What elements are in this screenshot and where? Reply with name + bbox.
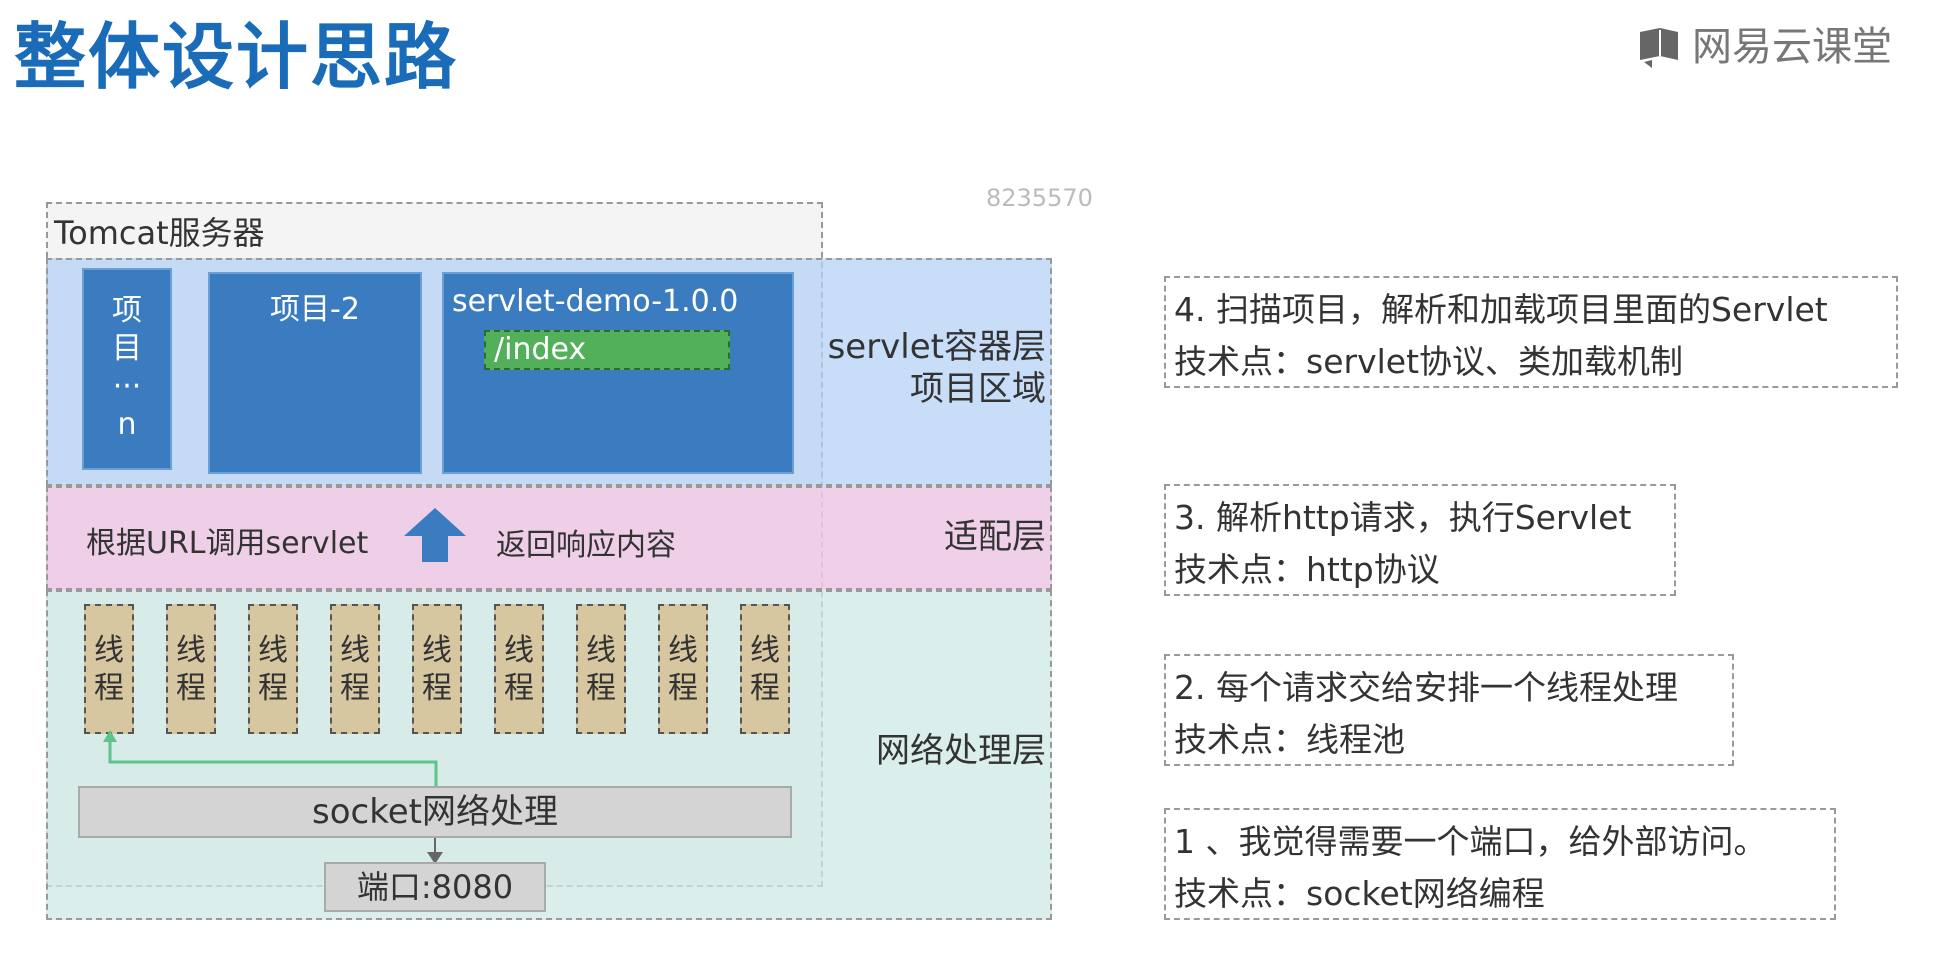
thread-box: 线 程 bbox=[494, 604, 544, 734]
step-2-box: 2. 每个请求交给安排一个线程处理 技术点：线程池 bbox=[1164, 654, 1734, 766]
thread-box: 线 程 bbox=[412, 604, 462, 734]
watermark-id: 8235570 bbox=[986, 184, 1093, 212]
thread-box: 线 程 bbox=[740, 604, 790, 734]
thread-box: 线 程 bbox=[84, 604, 134, 734]
thread-box: 线 程 bbox=[330, 604, 380, 734]
dispatch-connector bbox=[103, 730, 438, 788]
servlet-demo-box: servlet-demo-1.0.0 bbox=[442, 272, 794, 474]
step-4-box: 4. 扫描项目，解析和加载项目里面的Servlet 技术点：servlet协议、… bbox=[1164, 276, 1898, 388]
socket-handler-bar: socket网络处理 bbox=[78, 786, 792, 838]
book-icon bbox=[1640, 28, 1678, 68]
adapter-layer-label: 适配层 bbox=[944, 517, 1046, 557]
thread-box: 线 程 bbox=[576, 604, 626, 734]
brand-name: 网易云课堂 bbox=[1692, 24, 1892, 70]
step-1-tech: 技术点：socket网络编程 bbox=[1174, 874, 1545, 913]
adapter-right-text: 返回响应内容 bbox=[496, 528, 676, 563]
project-n-label: 项 目 ··· n bbox=[112, 293, 142, 442]
step-3-tech: 技术点：http协议 bbox=[1174, 550, 1440, 589]
step-1-title: 1 、我觉得需要一个端口，给外部访问。 bbox=[1174, 822, 1767, 861]
servlet-demo-label: servlet-demo-1.0.0 bbox=[452, 284, 739, 319]
brand-logo: 网易云课堂 bbox=[1636, 22, 1926, 72]
up-arrow-icon bbox=[404, 508, 466, 562]
page-title: 整体设计思路 bbox=[14, 15, 459, 99]
step-3-box: 3. 解析http请求，执行Servlet 技术点：http协议 bbox=[1164, 484, 1676, 596]
servlet-layer-label: servlet容器层 项目区域 bbox=[827, 327, 1046, 409]
down-arrow-icon bbox=[427, 838, 443, 864]
step-2-title: 2. 每个请求交给安排一个线程处理 bbox=[1174, 668, 1678, 707]
step-4-title: 4. 扫描项目，解析和加载项目里面的Servlet bbox=[1174, 290, 1828, 329]
project-2-label: 项目-2 bbox=[270, 292, 360, 327]
thread-box: 线 程 bbox=[248, 604, 298, 734]
step-3-title: 3. 解析http请求，执行Servlet bbox=[1174, 498, 1632, 537]
adapter-left-text: 根据URL调用servlet bbox=[86, 526, 369, 561]
tomcat-label: Tomcat服务器 bbox=[54, 214, 265, 252]
project-n-box: 项 目 ··· n bbox=[82, 268, 172, 470]
thread-box: 线 程 bbox=[166, 604, 216, 734]
network-layer-label: 网络处理层 bbox=[876, 731, 1046, 771]
thread-box: 线 程 bbox=[658, 604, 708, 734]
index-servlet-box: /index bbox=[484, 330, 730, 370]
port-box: 端口:8080 bbox=[324, 862, 546, 912]
step-2-tech: 技术点：线程池 bbox=[1174, 720, 1405, 759]
thread-pool: 线 程 线 程 线 程 线 程 线 程 线 程 线 程 线 程 线 程 bbox=[84, 604, 804, 738]
step-1-box: 1 、我觉得需要一个端口，给外部访问。 技术点：socket网络编程 bbox=[1164, 808, 1836, 920]
project-2-box: 项目-2 bbox=[208, 272, 422, 474]
step-4-tech: 技术点：servlet协议、类加载机制 bbox=[1174, 342, 1684, 381]
